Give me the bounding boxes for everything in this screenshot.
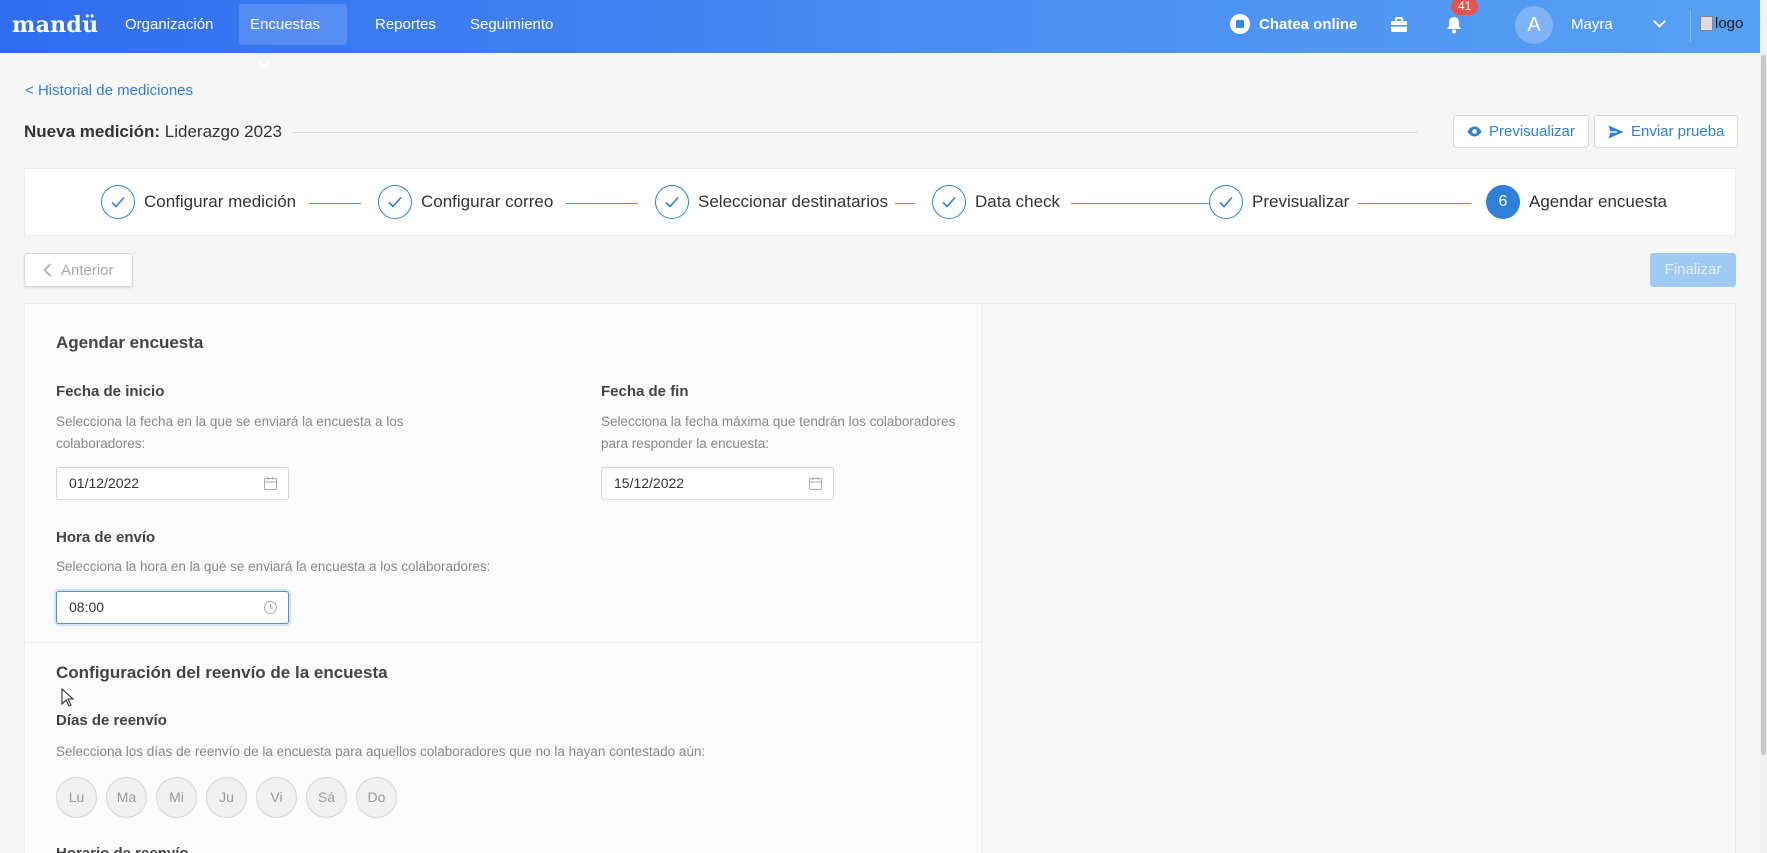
step-label: Previsualizar — [1252, 192, 1350, 211]
side-panel — [981, 303, 1736, 853]
preview-button[interactable]: Previsualizar — [1453, 115, 1589, 148]
step-configurar-medicion[interactable]: Configurar medición — [101, 185, 296, 219]
start-date-input[interactable]: 01/12/2022 — [56, 467, 289, 500]
send-time-label: Hora de envío — [56, 529, 156, 546]
step-connector — [1071, 203, 1217, 204]
schedule-form-panel — [24, 303, 982, 853]
avatar[interactable]: A — [1515, 6, 1553, 44]
step-configurar-correo[interactable]: Configurar correo — [378, 185, 553, 219]
step-label: Seleccionar destinatarios — [698, 192, 888, 211]
end-date-input[interactable]: 15/12/2022 — [601, 467, 834, 500]
nav-item-seguimiento[interactable]: Seguimiento — [459, 4, 564, 45]
nav-item-encuestas[interactable]: Encuestas — [239, 4, 347, 69]
chevron-left-icon: < — [25, 82, 34, 99]
step-label: Data check — [975, 192, 1061, 211]
step-label: Configurar correo — [421, 192, 554, 211]
chevron-left-icon — [43, 263, 52, 277]
page-title-name: Liderazgo 2023 — [164, 122, 282, 141]
mouse-cursor-icon — [61, 688, 75, 707]
chevron-down-icon — [258, 57, 270, 69]
step-connector — [309, 203, 361, 204]
day-toggle-vi[interactable]: Vi — [256, 777, 297, 818]
broken-image-icon — [1700, 16, 1713, 31]
previous-button-label: Anterior — [61, 261, 114, 279]
day-toggle-sa[interactable]: Sá — [306, 777, 347, 818]
calendar-icon — [809, 477, 822, 490]
topbar-divider — [1690, 10, 1691, 42]
chat-online-label: Chatea online — [1259, 15, 1358, 33]
send-test-button[interactable]: Enviar prueba — [1594, 115, 1739, 148]
start-date-help: Selecciona la fecha en la que se enviará… — [56, 414, 404, 451]
schedule-section-title: Agendar encuesta — [56, 333, 204, 352]
bell-icon[interactable] — [1443, 14, 1465, 36]
finish-button[interactable]: Finalizar — [1650, 253, 1736, 287]
send-time-help: Selecciona la hora en la que se enviará … — [56, 559, 491, 574]
logo-alt-text: logo — [1715, 15, 1744, 32]
previous-button[interactable]: Anterior — [24, 253, 133, 287]
check-icon — [378, 185, 412, 219]
section-divider — [24, 642, 982, 643]
step-connector — [566, 203, 638, 204]
back-link[interactable]: < Historial de mediciones — [25, 82, 193, 99]
title-divider — [292, 132, 1418, 133]
page-scrollbar[interactable] — [1760, 0, 1767, 853]
step-previsualizar[interactable]: Previsualizar — [1209, 185, 1349, 219]
calendar-icon — [264, 477, 277, 490]
end-date-help: Selecciona la fecha máxima que tendrán l… — [601, 414, 956, 451]
user-menu-chevron-icon[interactable] — [1653, 15, 1666, 28]
scrollbar-thumb[interactable] — [1761, 55, 1766, 755]
end-date-value: 15/12/2022 — [614, 475, 685, 491]
top-navbar: mandü Organización Encuestas Reportes Se… — [0, 0, 1767, 69]
chat-icon — [1230, 14, 1250, 34]
resend-days-help: Selecciona los días de reenvío de la enc… — [56, 744, 706, 759]
briefcase-icon[interactable] — [1388, 14, 1410, 36]
send-time-value: 08:00 — [69, 599, 105, 615]
chat-online-button[interactable]: Chatea online — [1230, 14, 1357, 34]
stepper: Configurar medición Configurar correo Se… — [24, 168, 1736, 236]
page-title-prefix: Nueva medición: — [24, 122, 161, 141]
back-link-label: Historial de mediciones — [37, 82, 194, 99]
end-date-label: Fecha de fin — [601, 383, 689, 400]
preview-button-label: Previsualizar — [1489, 123, 1575, 140]
nav-item-reportes[interactable]: Reportes — [364, 4, 447, 45]
check-icon — [1209, 185, 1243, 219]
nav-item-organizacion[interactable]: Organización — [114, 4, 224, 45]
send-time-input[interactable]: 08:00 — [56, 591, 289, 624]
start-date-value: 01/12/2022 — [69, 475, 140, 491]
start-date-label: Fecha de inicio — [56, 383, 165, 400]
resend-days-label: Días de reenvío — [56, 712, 167, 729]
day-toggle-ma[interactable]: Ma — [106, 777, 147, 818]
step-number: 6 — [1486, 185, 1520, 219]
resend-schedule-label: Horario de reenvío — [56, 845, 189, 853]
step-label: Configurar medición — [144, 192, 297, 211]
check-icon — [101, 185, 135, 219]
day-toggle-mi[interactable]: Mi — [156, 777, 197, 818]
clock-icon — [264, 601, 277, 614]
company-logo: logo — [1700, 15, 1743, 32]
notification-badge: 41 — [1451, 0, 1479, 15]
step-connector — [895, 203, 915, 204]
check-icon — [655, 185, 689, 219]
day-toggle-lu[interactable]: Lu — [56, 777, 97, 818]
step-connector — [1358, 203, 1471, 204]
send-test-button-label: Enviar prueba — [1631, 123, 1725, 140]
step-label: Agendar encuesta — [1529, 192, 1667, 211]
send-icon — [1608, 125, 1624, 138]
page-title: Nueva medición: Liderazgo 2023 — [24, 122, 282, 142]
step-data-check[interactable]: Data check — [932, 185, 1060, 219]
resend-section-title: Configuración del reenvío de la encuesta — [56, 663, 388, 682]
day-toggle-ju[interactable]: Ju — [206, 777, 247, 818]
user-name[interactable]: Mayra — [1571, 16, 1613, 33]
brand-logo[interactable]: mandü — [12, 12, 98, 38]
eye-icon — [1467, 126, 1482, 137]
step-seleccionar-destinatarios[interactable]: Seleccionar destinatarios — [655, 185, 888, 219]
step-agendar-encuesta[interactable]: 6 Agendar encuesta — [1486, 185, 1667, 219]
check-icon — [932, 185, 966, 219]
nav-item-encuestas-label: Encuestas — [250, 16, 321, 33]
day-toggle-do[interactable]: Do — [356, 777, 397, 818]
